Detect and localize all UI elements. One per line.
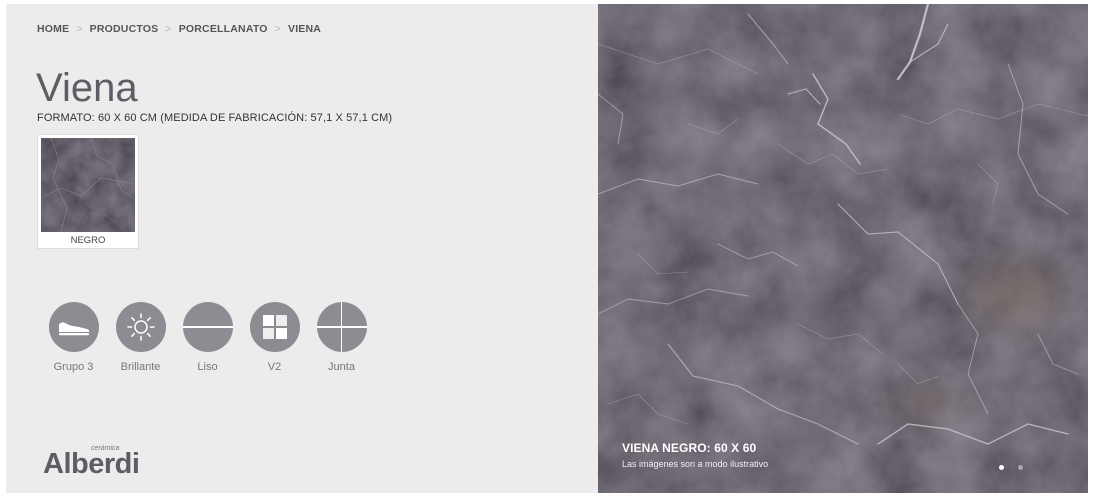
swatch-thumbnail	[41, 138, 135, 232]
marble-texture	[598, 4, 1088, 493]
tile-variation-icon	[249, 302, 300, 352]
hero-caption-title: VIENA NEGRO: 60 X 60	[622, 441, 757, 455]
product-format: FORMATO: 60 X 60 CM (MEDIDA DE FABRICACI…	[37, 112, 393, 124]
feature-brillante: Brillante	[107, 302, 174, 373]
carousel-dot-1[interactable]	[999, 465, 1004, 470]
breadcrumb-porcellanato[interactable]: PORCELLANATO	[179, 23, 268, 35]
feature-label: Junta	[328, 361, 355, 373]
color-swatch-negro[interactable]: NEGRO	[37, 134, 139, 249]
sun-icon	[115, 302, 166, 352]
carousel-dots	[999, 465, 1023, 470]
feature-label: Liso	[197, 361, 218, 373]
joint-icon	[316, 302, 367, 352]
feature-liso: Liso	[174, 302, 241, 373]
feature-label: V2	[267, 361, 282, 373]
feature-junta: Junta	[308, 302, 375, 373]
swatch-label: NEGRO	[70, 235, 106, 246]
flat-surface-icon	[182, 302, 233, 352]
feature-label: Grupo 3	[53, 361, 94, 373]
feature-grupo-3: Grupo 3	[40, 302, 107, 373]
carousel-dot-2[interactable]	[1018, 465, 1023, 470]
breadcrumb-separator: >	[274, 23, 281, 35]
breadcrumb-current: VIENA	[287, 23, 322, 35]
hero-caption: VIENA NEGRO: 60 X 60 Las imágenes son a …	[622, 441, 768, 469]
product-features: Grupo 3 Brillante Liso V2 Junta	[40, 302, 375, 373]
shoe-icon	[48, 302, 99, 352]
breadcrumb-productos[interactable]: PRODUCTOS	[90, 23, 159, 35]
feature-v2: V2	[241, 302, 308, 373]
page-title: Viena	[36, 66, 138, 110]
product-info-panel: HOME > PRODUCTOS > PORCELLANATO > VIENA …	[6, 4, 598, 493]
breadcrumb-separator: >	[76, 23, 83, 35]
brand-logo[interactable]: cerámica Alberdi	[43, 442, 163, 482]
hero-caption-note: Las imágenes son a modo ilustrativo	[622, 459, 769, 469]
hero-image: VIENA NEGRO: 60 X 60 Las imágenes son a …	[598, 4, 1088, 493]
product-page: HOME > PRODUCTOS > PORCELLANATO > VIENA …	[6, 4, 1088, 493]
breadcrumb-home[interactable]: HOME	[37, 23, 69, 35]
breadcrumb: HOME > PRODUCTOS > PORCELLANATO > VIENA	[37, 23, 321, 35]
breadcrumb-separator: >	[165, 23, 172, 35]
feature-label: Brillante	[120, 361, 161, 373]
logo-wordmark: Alberdi	[43, 448, 140, 480]
